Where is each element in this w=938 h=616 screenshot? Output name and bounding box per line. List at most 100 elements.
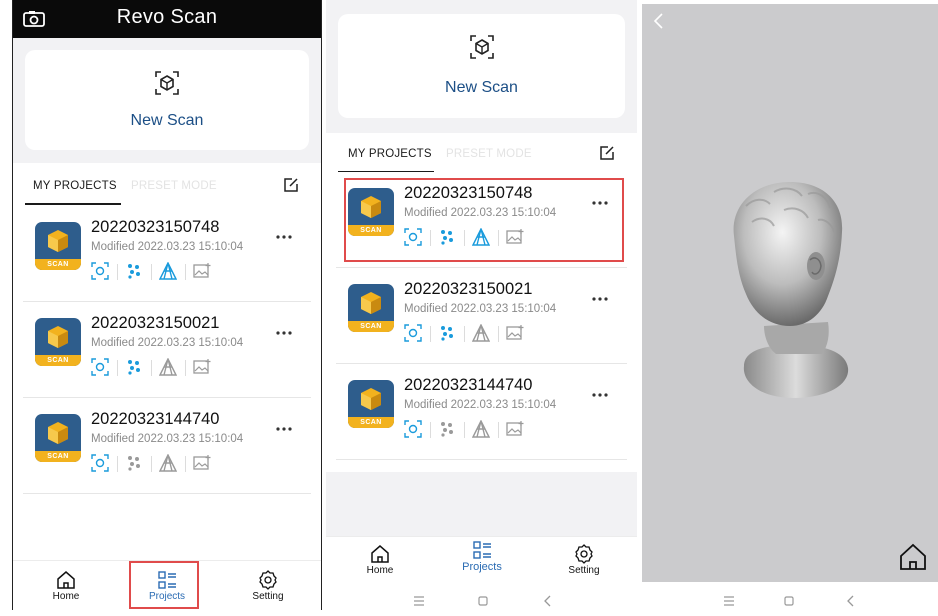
mesh-icon[interactable] — [159, 454, 177, 472]
mesh-icon[interactable] — [159, 262, 177, 280]
scan-action-icon[interactable] — [91, 358, 109, 376]
project-row[interactable]: SCAN 20220323150021 Modified 2022.03.23 … — [23, 302, 311, 398]
nav-projects[interactable]: Projects — [456, 539, 508, 573]
project-thumbnail: SCAN — [348, 380, 394, 428]
back-chevron-icon[interactable] — [541, 594, 555, 608]
active-tab-indicator — [25, 203, 121, 205]
gear-icon — [259, 570, 277, 590]
home-square-icon[interactable] — [476, 594, 490, 608]
nav-setting[interactable]: Setting — [559, 543, 609, 576]
projects-highlight-box — [129, 561, 199, 609]
new-scan-label: New Scan — [130, 112, 204, 129]
new-scan-card[interactable]: New Scan — [338, 14, 625, 118]
project-highlight-box — [344, 178, 624, 262]
project-name: 20220323144740 — [91, 410, 220, 428]
project-modified: Modified 2022.03.23 15:10:04 — [91, 241, 244, 253]
home-square-icon[interactable] — [782, 594, 796, 608]
scan-action-icon[interactable] — [404, 324, 422, 342]
tab-my-projects[interactable]: MY PROJECTS — [348, 148, 432, 160]
nav-home-label: Home — [366, 565, 394, 576]
project-name: 20220323150021 — [404, 280, 533, 298]
back-arrow-icon[interactable] — [652, 12, 666, 30]
point-cloud-icon[interactable] — [438, 420, 456, 438]
projects-screen-2: New Scan MY PROJECTS PRESET MODE SCAN 20… — [326, 0, 637, 616]
bottom-nav: Home Projects Setting — [326, 536, 637, 588]
nav-setting-label: Setting — [252, 591, 284, 602]
texture-image-icon[interactable] — [193, 358, 211, 376]
edit-icon[interactable] — [283, 177, 299, 193]
new-scan-area: New Scan — [13, 38, 321, 163]
tab-preset-mode[interactable]: PRESET MODE — [446, 148, 532, 160]
texture-image-icon[interactable] — [193, 262, 211, 280]
mesh-icon[interactable] — [472, 324, 490, 342]
3d-viewport[interactable] — [642, 4, 938, 582]
tab-my-projects[interactable]: MY PROJECTS — [33, 180, 117, 192]
cube-icon — [48, 326, 68, 348]
scan-action-icon[interactable] — [91, 454, 109, 472]
list-empty-area — [326, 472, 637, 536]
mesh-icon[interactable] — [159, 358, 177, 376]
bottom-nav: Home Projects Setting — [13, 560, 321, 610]
texture-image-icon[interactable] — [193, 454, 211, 472]
home-icon — [57, 571, 75, 589]
project-name: 20220323150021 — [91, 314, 220, 332]
more-options-icon[interactable] — [275, 426, 293, 432]
menu-lines-icon[interactable] — [722, 594, 736, 608]
menu-lines-icon[interactable] — [412, 594, 426, 608]
nav-setting[interactable]: Setting — [243, 569, 293, 602]
texture-image-icon[interactable] — [506, 324, 524, 342]
home-icon — [371, 545, 389, 563]
project-row[interactable]: SCAN 20220323150748 Modified 2022.03.23 … — [336, 172, 627, 268]
scan-action-icon[interactable] — [404, 420, 422, 438]
point-cloud-icon[interactable] — [125, 454, 143, 472]
tab-preset-mode[interactable]: PRESET MODE — [131, 180, 217, 192]
cube-icon — [48, 422, 68, 444]
cube-icon — [361, 388, 381, 410]
project-row[interactable]: SCAN 20220323150021 Modified 2022.03.23 … — [336, 268, 627, 364]
point-cloud-icon[interactable] — [438, 324, 456, 342]
nav-home[interactable]: Home — [355, 543, 405, 576]
projects-screen-1: Revo Scan New Scan MY PROJECTS PRESET MO… — [12, 0, 322, 610]
scan-tag: SCAN — [348, 417, 394, 428]
more-options-icon[interactable] — [275, 234, 293, 240]
project-row[interactable]: SCAN 20220323150748 Modified 2022.03.23 … — [23, 206, 311, 302]
project-thumbnail: SCAN — [35, 318, 81, 366]
scan-cube-icon — [469, 35, 494, 59]
mesh-icon[interactable] — [472, 420, 490, 438]
projects-list-icon — [473, 541, 491, 559]
project-row[interactable]: SCAN 20220323144740 Modified 2022.03.23 … — [23, 398, 311, 494]
point-cloud-icon[interactable] — [125, 262, 143, 280]
texture-image-icon[interactable] — [506, 420, 524, 438]
scan-cube-icon — [155, 71, 179, 95]
nav-home[interactable]: Home — [41, 569, 91, 602]
more-options-icon[interactable] — [591, 392, 609, 398]
scanned-bust-model[interactable] — [724, 176, 864, 406]
app-title: Revo Scan — [116, 6, 218, 28]
gear-icon — [575, 544, 593, 564]
project-list: SCAN 20220323150748 Modified 2022.03.23 … — [326, 172, 637, 472]
screenshot-collage: Revo Scan New Scan MY PROJECTS PRESET MO… — [0, 0, 938, 616]
scan-tag: SCAN — [35, 259, 81, 270]
nav-projects-label: Projects — [462, 561, 502, 573]
cube-icon — [48, 230, 68, 252]
project-row[interactable]: SCAN 20220323144740 Modified 2022.03.23 … — [336, 364, 627, 460]
scan-action-icon[interactable] — [91, 262, 109, 280]
system-nav-bar — [326, 590, 637, 612]
project-modified: Modified 2022.03.23 15:10:04 — [404, 399, 557, 411]
scan-tag: SCAN — [348, 321, 394, 332]
project-modified: Modified 2022.03.23 15:10:04 — [404, 303, 557, 315]
project-modified: Modified 2022.03.23 15:10:04 — [91, 337, 244, 349]
back-chevron-icon[interactable] — [844, 594, 858, 608]
edit-icon[interactable] — [599, 145, 615, 161]
nav-setting-label: Setting — [568, 565, 600, 576]
scan-tag: SCAN — [35, 355, 81, 366]
scan-tag: SCAN — [35, 451, 81, 462]
project-modified: Modified 2022.03.23 15:10:04 — [91, 433, 244, 445]
home-icon[interactable] — [898, 542, 928, 572]
point-cloud-icon[interactable] — [125, 358, 143, 376]
more-options-icon[interactable] — [591, 296, 609, 302]
new-scan-label: New Scan — [445, 79, 518, 96]
more-options-icon[interactable] — [275, 330, 293, 336]
new-scan-card[interactable]: New Scan — [25, 50, 309, 150]
project-name: 20220323144740 — [404, 376, 533, 394]
